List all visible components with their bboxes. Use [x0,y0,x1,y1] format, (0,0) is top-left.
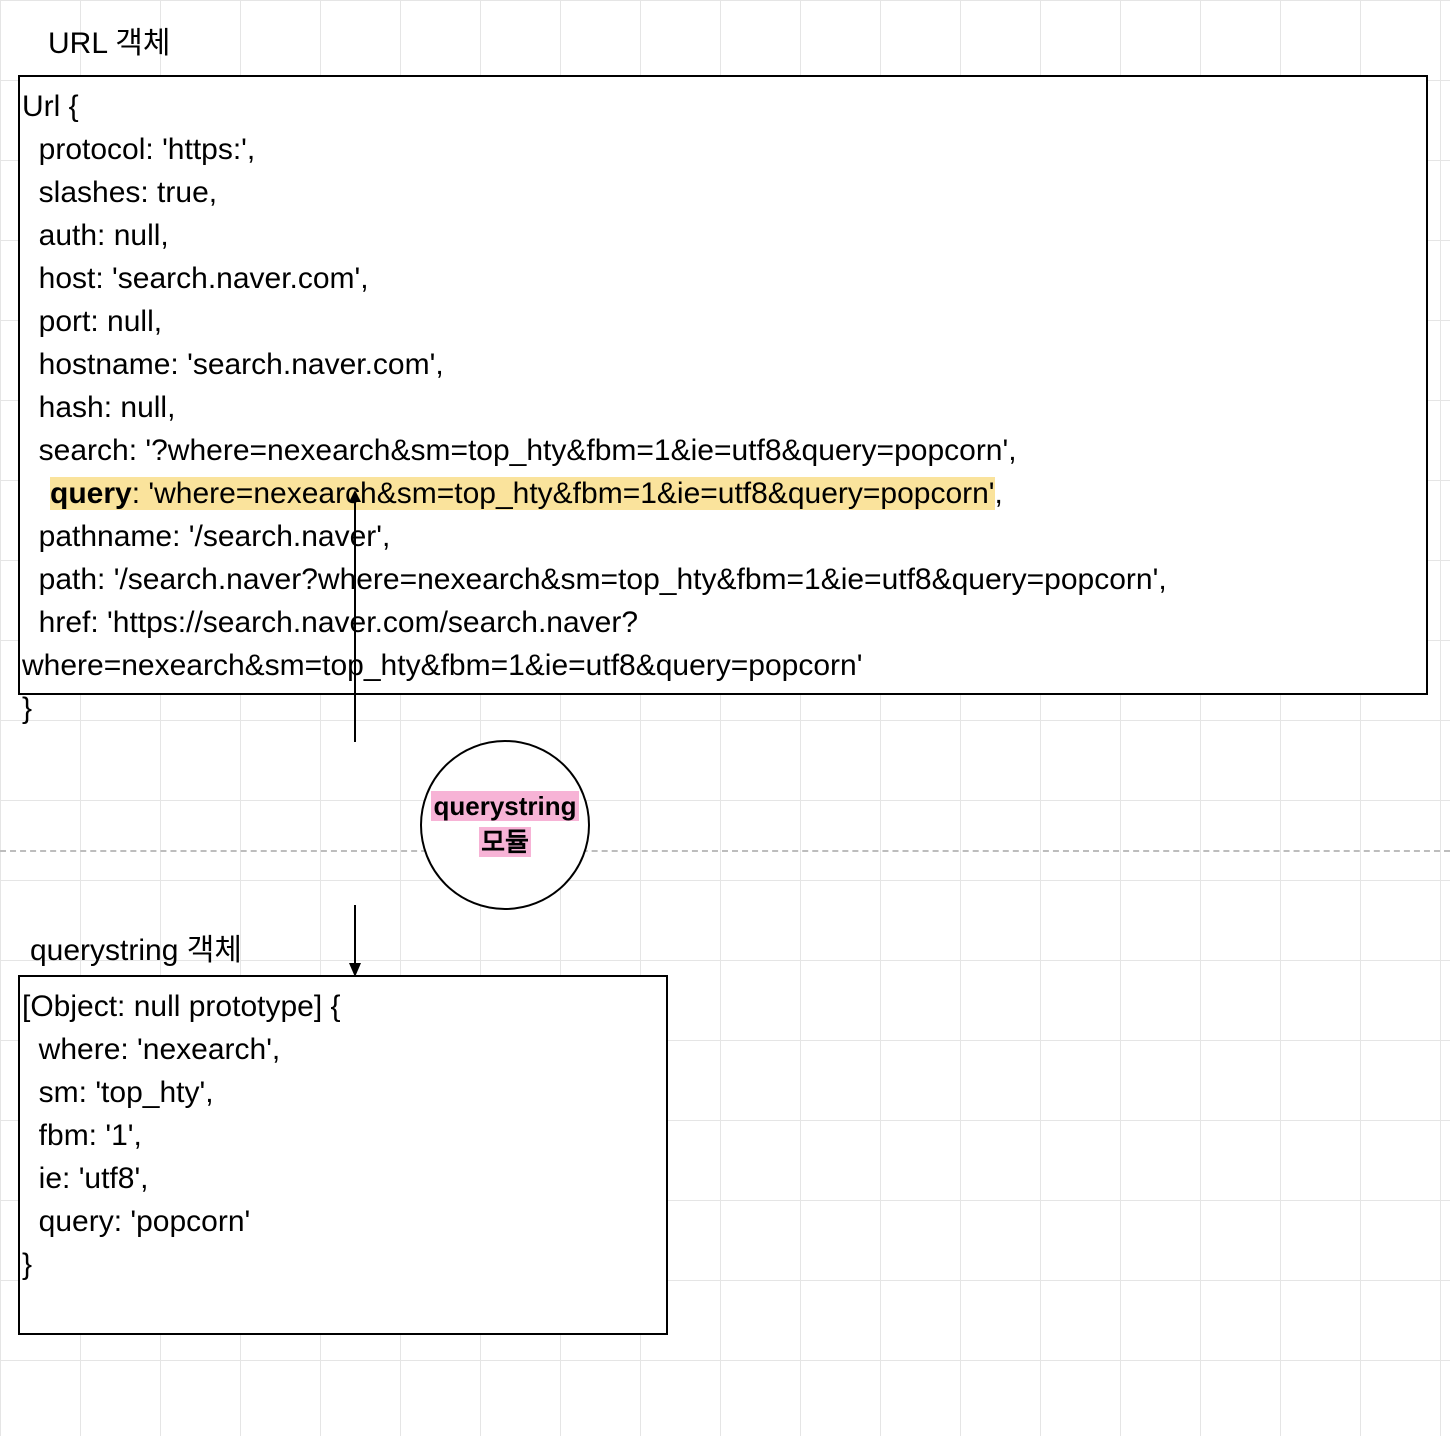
query-key: query [50,477,132,510]
code-line: ie: 'utf8', [22,1157,664,1200]
code-line: [Object: null prototype] { [22,985,664,1028]
code-line: fbm: '1', [22,1114,664,1157]
code-line: Url { [22,85,1424,128]
url-object-box: Url { protocol: 'https:', slashes: true,… [18,75,1428,695]
code-line: pathname: '/search.naver', [22,515,1424,558]
querystring-module-circle: querystring 모듈 [420,740,590,910]
section-divider [0,850,1450,852]
code-line: where: 'nexearch', [22,1028,664,1071]
circle-line2: 모듈 [479,827,531,857]
code-line: protocol: 'https:', [22,128,1424,171]
url-object-label: URL 객체 [48,18,170,62]
code-line: } [22,1243,664,1286]
code-line: host: 'search.naver.com', [22,257,1424,300]
query-value: : 'where=nexearch&sm=top_hty&fbm=1&ie=ut… [132,477,995,510]
code-line: auth: null, [22,214,1424,257]
query-trailing-comma: , [995,477,1003,510]
code-line: sm: 'top_hty', [22,1071,664,1114]
code-line: } [22,687,1424,730]
code-line: where=nexearch&sm=top_hty&fbm=1&ie=utf8&… [22,644,1424,687]
circle-line1: querystring [431,791,578,821]
code-line: hash: null, [22,386,1424,429]
querystring-object-box: [Object: null prototype] { where: 'nexea… [18,975,668,1335]
code-line: slashes: true, [22,171,1424,214]
code-line-query: query: 'where=nexearch&sm=top_hty&fbm=1&… [22,472,1424,515]
querystring-object-label: querystring 객체 [30,925,242,969]
code-line: href: 'https://search.naver.com/search.n… [22,601,1424,644]
code-line: search: '?where=nexearch&sm=top_hty&fbm=… [22,429,1424,472]
code-line: port: null, [22,300,1424,343]
code-line: hostname: 'search.naver.com', [22,343,1424,386]
code-line: query: 'popcorn' [22,1200,664,1243]
code-line: path: '/search.naver?where=nexearch&sm=t… [22,558,1424,601]
